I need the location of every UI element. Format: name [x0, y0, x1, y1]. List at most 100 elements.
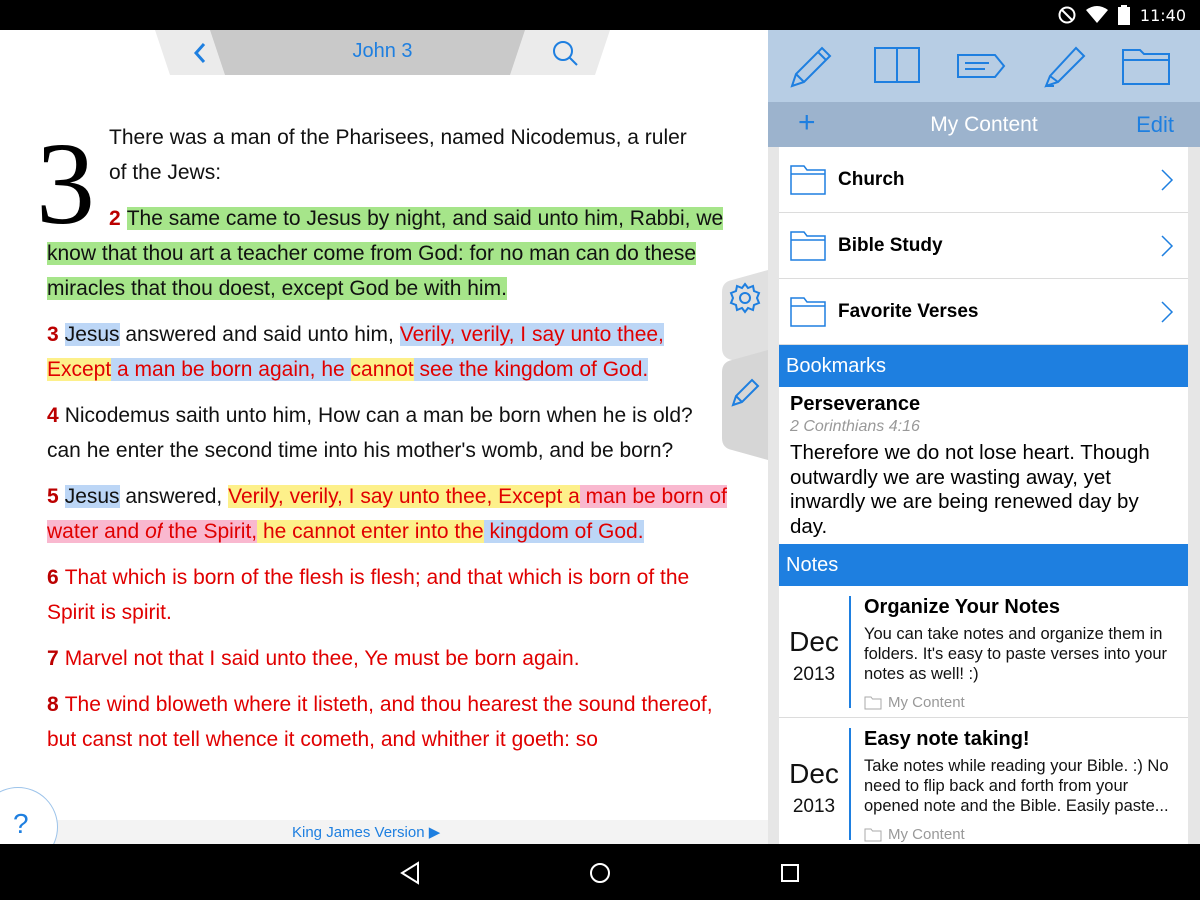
note-year: 2013: [792, 796, 836, 817]
folder-icon: [1122, 49, 1170, 85]
nav-recents-icon: [781, 864, 799, 882]
verse-text: of: [145, 520, 163, 543]
verse-text: see the kingdom of God.: [413, 358, 649, 381]
verse-text: Verily, verily, I say unto thee,: [399, 323, 664, 346]
verse-text: Nicodemus saith unto him, How can a man …: [47, 404, 693, 462]
verse-text: the Spirit,: [162, 520, 258, 543]
note-folder-label: My Content: [888, 694, 965, 711]
verse-number: 4: [47, 404, 59, 427]
folder-row-bible-study[interactable]: Bible Study: [779, 213, 1188, 279]
folder-label: Church: [838, 169, 905, 190]
status-bar: 11:40: [0, 0, 1200, 30]
verse-text: The wind bloweth where it listeth, and t…: [47, 693, 713, 751]
verse-text: Marvel not that I said unto thee, Ye mus…: [64, 647, 580, 670]
verse-number: 5: [47, 485, 59, 508]
note-item[interactable]: Dec 2013 Organize Your Notes You can tak…: [779, 586, 1188, 718]
notes-header: Notes: [779, 544, 1188, 586]
folder-icon: [790, 165, 826, 195]
chapter-title[interactable]: John 3: [305, 40, 460, 63]
book-tool-button[interactable]: [871, 40, 923, 92]
folder-row-church[interactable]: Church: [779, 147, 1188, 213]
folder-icon: [790, 231, 826, 261]
verse-text: There was a man of the Pharisees, named …: [109, 126, 687, 184]
note-body: Take notes while reading your Bible. :) …: [864, 757, 1169, 815]
verse-number: 3: [47, 323, 59, 346]
tag-icon: [957, 54, 1006, 78]
search-icon: [553, 41, 578, 66]
nav-recents-button[interactable]: [775, 858, 805, 888]
reader-top-bar: John 3: [155, 30, 610, 75]
chevron-right-icon: [1161, 169, 1174, 191]
folder-icon: [864, 696, 882, 709]
note-folder: My Content: [864, 694, 965, 711]
search-button[interactable]: [550, 38, 580, 68]
bookmarks-header: Bookmarks: [779, 345, 1188, 387]
book-icon: [874, 47, 920, 83]
note-item[interactable]: Dec 2013 Easy note taking! Take notes wh…: [779, 718, 1188, 844]
verse-6: 6 That which is born of the flesh is fles…: [47, 560, 727, 630]
highlighter-icon: [1044, 46, 1086, 88]
verse-number: 6: [47, 566, 59, 589]
my-content-panel: + My Content Edit Church Bible Study Fav…: [768, 30, 1200, 844]
folder-icon: [790, 297, 826, 327]
pencil-icon: [790, 46, 832, 88]
nav-home-icon: [590, 863, 610, 883]
folder-tool-button[interactable]: [1120, 40, 1172, 92]
note-month: Dec: [789, 758, 839, 789]
highlighter-tool-button[interactable]: [1038, 40, 1090, 92]
verse-number: 7: [47, 647, 59, 670]
verse-text: Except: [47, 358, 112, 381]
verse-text: answered,: [119, 485, 229, 508]
verse-text: a man be born again, he: [111, 358, 351, 381]
verse-number: 2: [109, 207, 121, 230]
verse-text: That which is born of the flesh is flesh…: [47, 566, 690, 624]
verse-8: 8 The wind bloweth where it listeth, and …: [47, 687, 727, 757]
nav-back-button[interactable]: [396, 858, 426, 888]
back-button[interactable]: [185, 38, 215, 68]
chevron-right-icon: [1161, 235, 1174, 257]
annotate-tab[interactable]: [722, 350, 768, 460]
verse-3: 3 Jesus answered and said unto him, Veril…: [47, 317, 727, 387]
folder-label: Bible Study: [838, 235, 943, 256]
folder-label: Favorite Verses: [838, 301, 979, 322]
verse-7: 7 Marvel not that I said unto thee, Ye mu…: [47, 641, 727, 676]
version-selector[interactable]: King James Version ▶: [292, 823, 440, 841]
verse-2: 2 The same came to Jesus by night, and sa…: [47, 201, 727, 306]
verse-1: There was a man of the Pharisees, named …: [47, 120, 727, 190]
chevron-right-icon: [1161, 301, 1174, 323]
tag-tool-button[interactable]: [955, 40, 1007, 92]
do-not-disturb-icon: [1058, 6, 1076, 24]
folder-icon: [864, 828, 882, 841]
verse-text: answered and said unto him,: [119, 323, 400, 346]
help-label: ?: [13, 808, 29, 839]
note-title: Easy note taking!: [864, 728, 1030, 750]
bookmark-reference: 2 Corinthians 4:16: [790, 418, 920, 435]
chapter-text: There was a man of the Pharisees, named …: [47, 120, 727, 768]
verse-text: cannot: [350, 358, 414, 381]
version-bar: King James Version ▶: [0, 820, 768, 844]
verse-5: 5 Jesus answered, Verily, verily, I say u…: [47, 479, 727, 549]
note-month: Dec: [789, 626, 839, 657]
wifi-icon: [1085, 6, 1108, 23]
bookmark-title: Perseverance: [790, 393, 921, 415]
bookmark-item[interactable]: Perseverance 2 Corinthians 4:16 Therefor…: [779, 387, 1188, 544]
bible-reader: John 3 3 There was a man of the Pharisee…: [0, 30, 768, 844]
note-year: 2013: [792, 664, 836, 685]
folder-row-favorite-verses[interactable]: Favorite Verses: [779, 279, 1188, 345]
gear-icon: [729, 282, 761, 314]
help-button[interactable]: ?: [0, 787, 58, 844]
note-title: Organize Your Notes: [864, 596, 1060, 618]
nav-home-button[interactable]: [585, 858, 615, 888]
content-list: Church Bible Study Favorite Verses Bookm…: [779, 147, 1188, 844]
pencil-tool-button[interactable]: [786, 40, 838, 92]
clock: 11:40: [1139, 5, 1186, 25]
note-folder: My Content: [864, 826, 965, 843]
verse-text: Verily, verily, I say unto thee, Except …: [228, 485, 580, 508]
edit-button[interactable]: Edit: [1136, 112, 1174, 138]
system-nav-bar: [0, 844, 1200, 900]
note-divider: [849, 596, 851, 708]
verse-text: Jesus: [64, 323, 120, 346]
note-folder-label: My Content: [888, 826, 965, 843]
verse-text: Jesus: [64, 485, 120, 508]
verse-text: kingdom of God.: [483, 520, 644, 543]
